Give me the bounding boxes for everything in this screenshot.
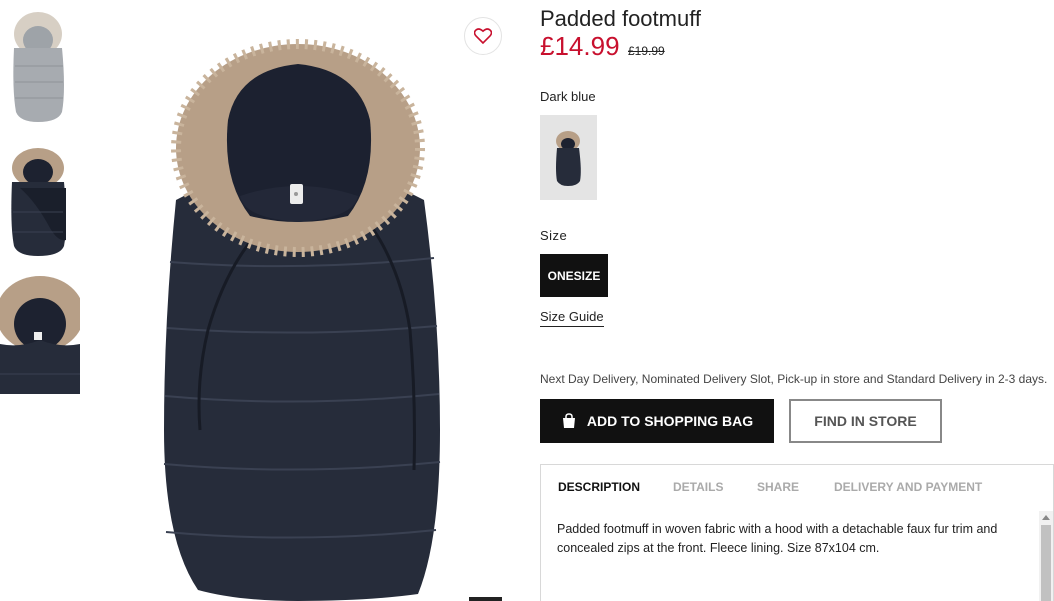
thumbnail-open-footmuff[interactable]: [0, 142, 80, 260]
description-scrollbar[interactable]: [1039, 511, 1053, 601]
footmuff-illustration: [118, 0, 518, 601]
main-product-image: [118, 0, 518, 601]
add-to-bag-label: ADD TO SHOPPING BAG: [586, 413, 754, 429]
find-in-store-button[interactable]: FIND IN STORE: [789, 399, 942, 443]
tab-details[interactable]: DETAILS: [673, 480, 723, 494]
tab-share[interactable]: SHARE: [757, 480, 799, 494]
thumbnail-hood-closeup[interactable]: [0, 274, 80, 394]
shopping-bag-icon: [562, 413, 575, 428]
hood-closeup-image: [0, 274, 80, 394]
product-price: £14.99: [540, 31, 620, 61]
add-to-bag-button[interactable]: ADD TO SHOPPING BAG: [540, 399, 774, 443]
product-info-panel: DESCRIPTION DETAILS SHARE DELIVERY AND P…: [540, 464, 1054, 601]
tab-delivery-and-payment[interactable]: DELIVERY AND PAYMENT: [834, 480, 982, 494]
info-tabs: DESCRIPTION DETAILS SHARE DELIVERY AND P…: [541, 465, 1053, 510]
color-swatch-dark-blue[interactable]: [540, 115, 597, 200]
image-position-indicator: [469, 597, 502, 601]
size-option-onesize[interactable]: ONESIZE: [540, 254, 608, 297]
original-price: £19.99: [628, 44, 665, 58]
open-footmuff-image: [0, 142, 80, 260]
size-heading: Size: [540, 228, 568, 243]
scroll-thumb[interactable]: [1041, 525, 1051, 601]
color-name: Dark blue: [540, 89, 596, 104]
delivery-info: Next Day Delivery, Nominated Delivery Sl…: [540, 372, 1048, 386]
product-description: Padded footmuff in woven fabric with a h…: [557, 522, 998, 555]
thumbnail-grey-footmuff[interactable]: [0, 0, 80, 126]
wishlist-button[interactable]: [464, 17, 502, 55]
grey-footmuff-image: [0, 0, 80, 126]
swatch-image: [540, 115, 597, 200]
scroll-up-arrow-icon[interactable]: [1042, 515, 1050, 520]
tab-description[interactable]: DESCRIPTION: [558, 480, 640, 494]
size-guide-link[interactable]: Size Guide: [540, 309, 604, 327]
heart-icon: [474, 28, 492, 44]
product-title: Padded footmuff: [540, 6, 702, 31]
